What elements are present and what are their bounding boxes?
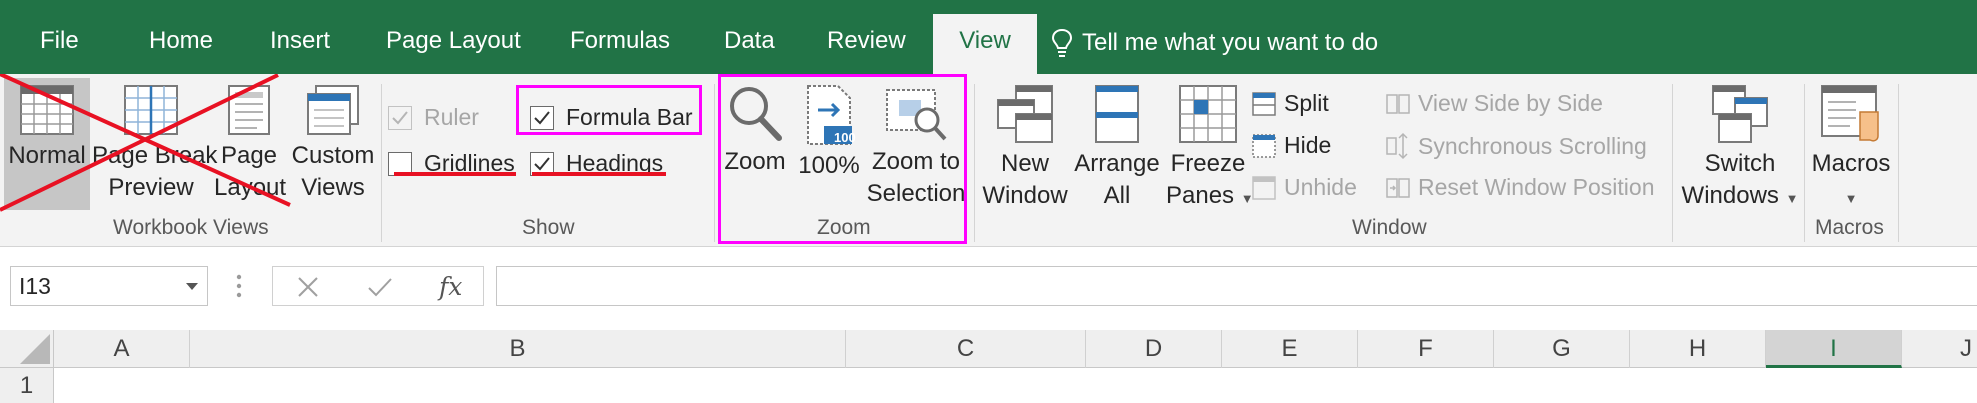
chevron-down-icon: ▼: [1844, 191, 1858, 206]
hide-window-icon: [1252, 133, 1276, 158]
tab-data[interactable]: Data: [724, 26, 775, 56]
freeze-panes-button[interactable]: Freeze Panes ▼: [1166, 84, 1254, 215]
unhide-label: Unhide: [1284, 174, 1357, 200]
new-window-button[interactable]: New Window: [978, 84, 1072, 212]
tab-file[interactable]: File: [40, 26, 79, 56]
column-header-e[interactable]: E: [1222, 330, 1358, 368]
macros-group-label: Macros: [1815, 216, 1884, 239]
new-window-icon: [997, 85, 1053, 143]
column-header-d[interactable]: D: [1086, 330, 1222, 368]
window-group-label: Window: [1352, 216, 1427, 239]
arrange-all-line1: Arrange: [1074, 150, 1160, 177]
hide-button[interactable]: Hide: [1252, 132, 1331, 159]
group-separator: [974, 84, 975, 242]
formula-input[interactable]: [496, 266, 1977, 306]
new-window-line2: Window: [982, 182, 1068, 209]
ribbon-tab-bar: File Home Insert Page Layout Formulas Da…: [0, 0, 1977, 76]
hide-label: Hide: [1284, 132, 1332, 158]
view-side-by-side-label: View Side by Side: [1418, 90, 1603, 116]
unhide-button[interactable]: Unhide: [1252, 174, 1357, 201]
zoom-group-highlight: [718, 74, 967, 244]
tab-view[interactable]: View: [933, 14, 1037, 76]
view-side-by-side-button[interactable]: View Side by Side: [1386, 90, 1603, 117]
chevron-down-icon: ▼: [1785, 191, 1799, 206]
reset-window-position-label: Reset Window Position: [1418, 174, 1655, 200]
column-headers: A B C D E F G H I J: [0, 330, 1977, 368]
freeze-panes-line2: Panes: [1166, 182, 1235, 209]
select-all-triangle-icon: [20, 334, 50, 364]
cross-out-annotation: [0, 74, 666, 212]
unhide-window-icon: [1252, 175, 1276, 200]
new-window-line1: New: [1000, 150, 1049, 177]
column-header-b[interactable]: B: [190, 330, 846, 368]
side-by-side-icon: [1386, 93, 1410, 114]
synchronous-scrolling-button[interactable]: Synchronous Scrolling: [1386, 132, 1647, 160]
column-header-h[interactable]: H: [1630, 330, 1766, 368]
formula-bar-row: I13 fx: [0, 248, 1977, 326]
arrange-all-line2: All: [1103, 182, 1131, 209]
sync-scroll-icon: [1386, 132, 1408, 160]
tell-me-search[interactable]: Tell me what you want to do: [1052, 28, 1378, 58]
select-all-corner[interactable]: [0, 330, 54, 368]
name-box-value: I13: [19, 273, 51, 299]
tab-review[interactable]: Review: [827, 26, 906, 56]
insert-function-icon[interactable]: fx: [439, 272, 462, 301]
drag-handle-icon[interactable]: [236, 274, 242, 298]
lightbulb-icon: [1052, 28, 1072, 57]
tab-insert[interactable]: Insert: [270, 26, 330, 56]
chevron-down-icon[interactable]: [185, 282, 199, 292]
split-button[interactable]: Split: [1252, 90, 1329, 117]
group-separator: [1898, 84, 1899, 242]
tab-home[interactable]: Home: [149, 26, 213, 56]
synchronous-scrolling-label: Synchronous Scrolling: [1418, 132, 1647, 159]
macros-label: Macros: [1811, 150, 1891, 177]
formula-buttons: fx: [272, 266, 484, 306]
freeze-panes-line1: Freeze: [1170, 150, 1246, 177]
group-separator: [1672, 84, 1673, 242]
switch-windows-icon: [1712, 85, 1768, 143]
arrange-all-button[interactable]: Arrange All: [1072, 84, 1162, 212]
split-icon: [1252, 91, 1276, 116]
reset-position-icon: [1386, 177, 1410, 198]
reset-window-position-button[interactable]: Reset Window Position: [1386, 174, 1655, 201]
ribbon: Normal Page Break Preview Page Layout: [0, 74, 1977, 247]
tell-me-label: Tell me what you want to do: [1082, 29, 1379, 56]
name-box[interactable]: I13: [10, 266, 208, 306]
switch-windows-line2: Windows: [1681, 182, 1779, 209]
column-header-c[interactable]: C: [846, 330, 1086, 368]
switch-windows-line1: Switch: [1704, 150, 1776, 177]
switch-windows-button[interactable]: Switch Windows ▼: [1678, 84, 1802, 215]
tab-formulas[interactable]: Formulas: [570, 26, 670, 56]
row-header-1[interactable]: 1: [0, 368, 54, 403]
column-header-j[interactable]: J: [1902, 330, 1977, 368]
confirm-entry-icon[interactable]: [367, 276, 393, 298]
macros-button[interactable]: Macros ▼: [1808, 84, 1894, 215]
cancel-entry-icon[interactable]: [297, 276, 319, 298]
arrange-all-icon: [1095, 85, 1139, 143]
column-header-a[interactable]: A: [54, 330, 190, 368]
column-header-i[interactable]: I: [1766, 330, 1902, 368]
freeze-panes-icon: [1179, 85, 1237, 143]
tab-page-layout[interactable]: Page Layout: [386, 26, 521, 56]
column-header-g[interactable]: G: [1494, 330, 1630, 368]
group-separator: [1804, 84, 1805, 242]
split-label: Split: [1284, 90, 1329, 116]
column-header-f[interactable]: F: [1358, 330, 1494, 368]
macros-icon: [1821, 85, 1879, 142]
